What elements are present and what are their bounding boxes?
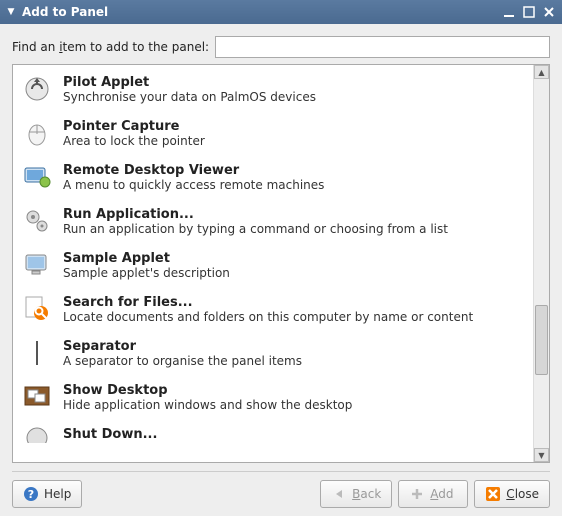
list-item[interactable]: Show Desktop Hide application windows an…: [13, 375, 533, 419]
list-item[interactable]: Remote Desktop Viewer A menu to quickly …: [13, 155, 533, 199]
close-button[interactable]: Close: [474, 480, 550, 508]
list-viewport[interactable]: Area where notification icons appear Pil…: [13, 65, 533, 462]
list-item[interactable]: Sample Applet Sample applet's descriptio…: [13, 243, 533, 287]
item-desc: Hide application windows and show the de…: [63, 398, 525, 412]
help-icon: ?: [23, 486, 39, 502]
item-name: Pilot Applet: [63, 75, 525, 90]
item-desc: Synchronise your data on PalmOS devices: [63, 90, 525, 104]
item-name: Remote Desktop Viewer: [63, 163, 525, 178]
item-desc: A separator to organise the panel items: [63, 354, 525, 368]
help-button[interactable]: ? Help: [12, 480, 82, 508]
list-item[interactable]: Search for Files... Locate documents and…: [13, 287, 533, 331]
show-desktop-icon: [21, 381, 53, 413]
item-desc: Locate documents and folders on this com…: [63, 310, 525, 324]
list-item[interactable]: Separator A separator to organise the pa…: [13, 331, 533, 375]
minimize-button[interactable]: [500, 4, 518, 20]
back-button: Back: [320, 480, 392, 508]
item-name: Search for Files...: [63, 295, 525, 310]
item-name: Show Desktop: [63, 383, 525, 398]
dialog-content: Find an item to add to the panel: Area w…: [0, 24, 562, 516]
search-label: Find an item to add to the panel:: [12, 40, 209, 54]
button-row: ? Help Back Add Close: [12, 480, 550, 508]
separator-icon: [21, 337, 53, 369]
item-name: Shut Down...: [63, 427, 525, 442]
monitor-icon: [21, 249, 53, 281]
search-files-icon: [21, 293, 53, 325]
close-icon: [485, 486, 501, 502]
shutdown-icon: [21, 425, 53, 443]
item-desc: A menu to quickly access remote machines: [63, 178, 525, 192]
scroll-down-icon[interactable]: ▼: [534, 448, 549, 462]
close-window-button[interactable]: [540, 4, 558, 20]
separator: [12, 471, 550, 472]
mouse-icon: [21, 117, 53, 149]
maximize-button[interactable]: [520, 4, 538, 20]
pilot-icon: [21, 73, 53, 105]
add-icon: [409, 486, 425, 502]
item-desc: Area to lock the pointer: [63, 134, 525, 148]
search-row: Find an item to add to the panel:: [12, 36, 550, 58]
remote-desktop-icon: [21, 161, 53, 193]
scrollbar[interactable]: ▲ ▼: [533, 65, 549, 462]
list-item[interactable]: Run Application... Run an application by…: [13, 199, 533, 243]
gears-icon: [21, 205, 53, 237]
window-menu-icon[interactable]: ▼: [4, 7, 18, 17]
back-icon: [331, 486, 347, 502]
titlebar: ▼ Add to Panel: [0, 0, 562, 24]
list-item[interactable]: Pilot Applet Synchronise your data on Pa…: [13, 67, 533, 111]
item-desc: Run an application by typing a command o…: [63, 222, 525, 236]
item-name: Run Application...: [63, 207, 525, 222]
item-desc: Sample applet's description: [63, 266, 525, 280]
applet-list: Area where notification icons appear Pil…: [12, 64, 550, 463]
scroll-thumb[interactable]: [535, 305, 548, 375]
item-name: Pointer Capture: [63, 119, 525, 134]
add-button: Add: [398, 480, 468, 508]
item-name: Separator: [63, 339, 525, 354]
search-input[interactable]: [215, 36, 550, 58]
scroll-up-icon[interactable]: ▲: [534, 65, 549, 79]
list-item[interactable]: Shut Down...: [13, 419, 533, 443]
item-name: Sample Applet: [63, 251, 525, 266]
list-item[interactable]: Pointer Capture Area to lock the pointer: [13, 111, 533, 155]
window-title: Add to Panel: [18, 5, 498, 19]
svg-text:?: ?: [28, 488, 34, 501]
